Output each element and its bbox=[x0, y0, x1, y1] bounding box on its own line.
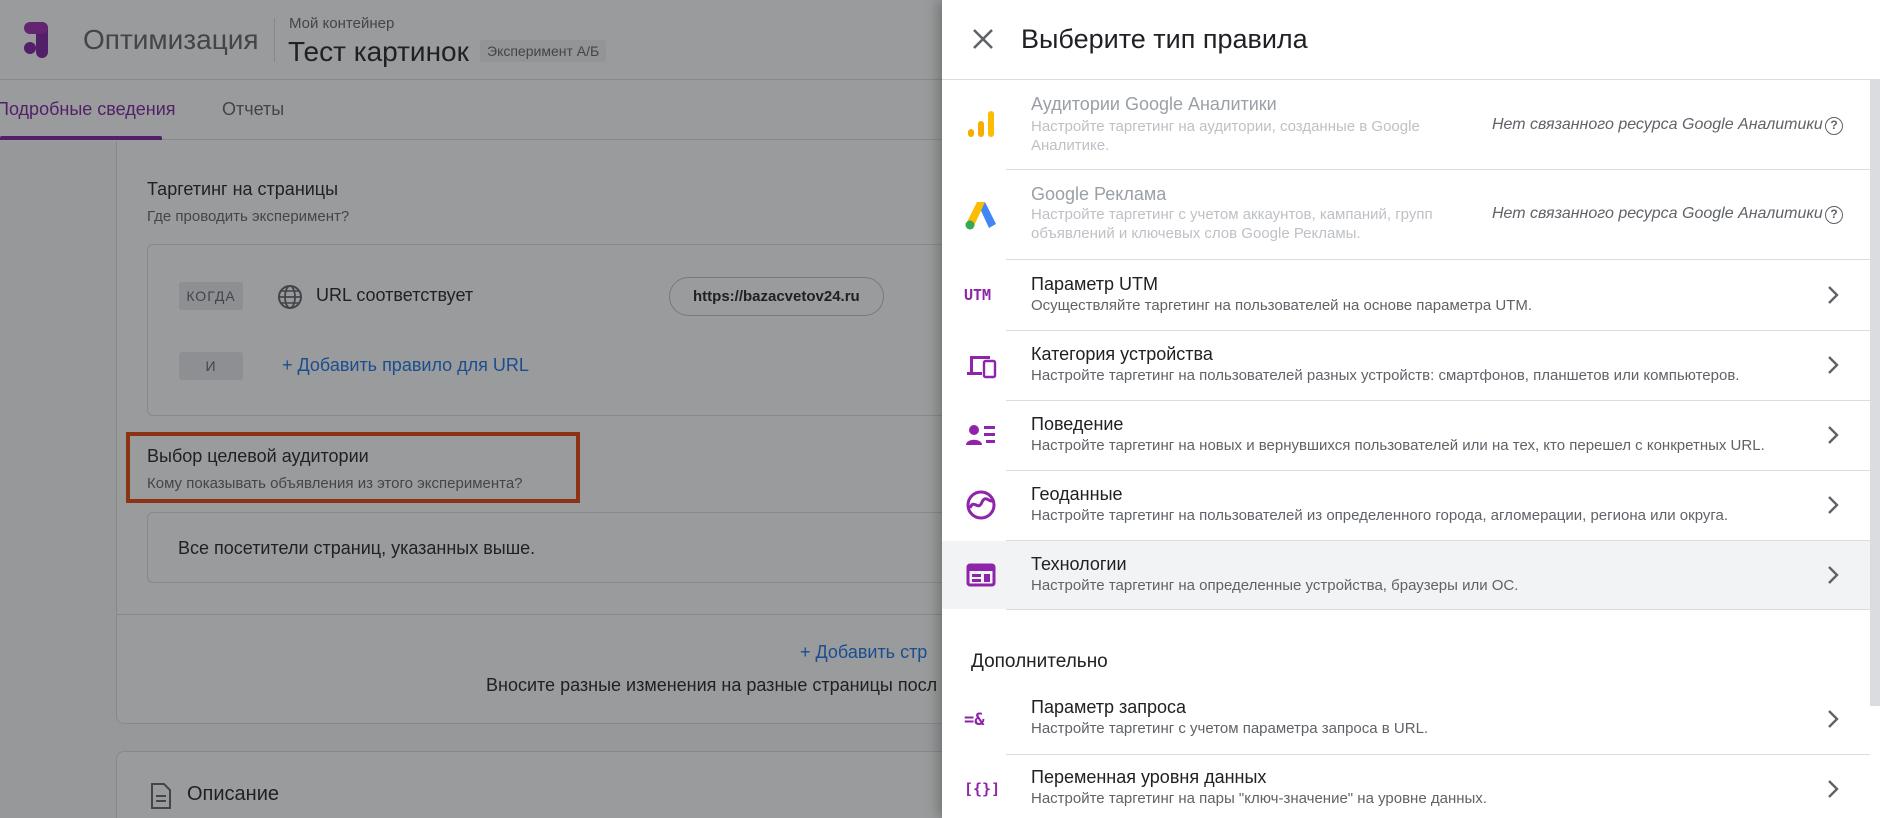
panel-header: Выберите тип правила bbox=[942, 0, 1880, 80]
data-layer-icon: [{}] bbox=[964, 780, 1001, 798]
rule-label: Технологии bbox=[1031, 554, 1127, 574]
rule-description: Настройте таргетинг на новых и вернувших… bbox=[1031, 437, 1765, 454]
google-ads-icon bbox=[965, 202, 996, 230]
panel-title: Выберите тип правила bbox=[1021, 24, 1308, 54]
query-param-icon: =& bbox=[964, 710, 985, 730]
rule-label: Google Реклама bbox=[1031, 184, 1167, 204]
rule-label: Поведение bbox=[1031, 414, 1124, 434]
close-icon[interactable] bbox=[970, 26, 996, 52]
scrollbar-track[interactable] bbox=[1870, 706, 1880, 818]
rule-label: Геоданные bbox=[1031, 484, 1123, 504]
modal-scrim[interactable] bbox=[0, 0, 942, 818]
rule-description: Настройте таргетинг на определенные устр… bbox=[1031, 577, 1519, 594]
analytics-bars-icon bbox=[968, 111, 994, 137]
rule-description: Настройте таргетинг на пользователей раз… bbox=[1031, 367, 1740, 384]
additional-section-heading: Дополнительно bbox=[971, 651, 1108, 672]
scrollbar-thumb[interactable] bbox=[1870, 80, 1880, 706]
rule-label: Аудитории Google Аналитики bbox=[1031, 94, 1277, 114]
rule-label: Категория устройства bbox=[1031, 344, 1213, 364]
chevron-right-icon bbox=[1828, 780, 1839, 798]
rule-query-parameter[interactable]: =& Параметр запроса Настройте таргетинг … bbox=[942, 685, 1870, 754]
row-divider bbox=[1006, 609, 1870, 610]
utm-icon: UTM bbox=[964, 286, 992, 304]
rule-label: Параметр UTM bbox=[1031, 274, 1159, 294]
rule-type-panel: Выберите тип правила Аудитории Google Ан… bbox=[942, 0, 1880, 818]
devices-icon bbox=[967, 356, 997, 379]
rule-label: Переменная уровня данных bbox=[1031, 767, 1267, 787]
rule-unavailable-note: Нет связанного ресурса Google Аналитики bbox=[1492, 116, 1823, 133]
rule-device-category[interactable]: Категория устройства Настройте таргетинг… bbox=[942, 331, 1870, 400]
chevron-right-icon bbox=[1828, 566, 1839, 584]
rule-description: Настройте таргетинг на пары "ключ-значен… bbox=[1031, 790, 1487, 807]
rule-analytics-audiences: Аудитории Google Аналитики Настройте тар… bbox=[942, 81, 1870, 169]
behavior-icon bbox=[966, 425, 995, 445]
rule-description: Настройте таргетинг с учетом параметра з… bbox=[1031, 720, 1429, 737]
rule-description: Настройте таргетинг на пользователей из … bbox=[1031, 507, 1729, 524]
rule-geo[interactable]: Геоданные Настройте таргетинг на пользов… bbox=[942, 471, 1870, 540]
rule-data-layer-variable[interactable]: [{}] Переменная уровня данных Настройте … bbox=[942, 755, 1870, 818]
chevron-right-icon bbox=[1828, 426, 1839, 444]
rule-behavior[interactable]: Поведение Настройте таргетинг на новых и… bbox=[942, 401, 1870, 470]
rule-label: Параметр запроса bbox=[1031, 697, 1187, 717]
help-icon[interactable]: ? bbox=[1825, 117, 1843, 135]
rule-google-ads: Google Реклама Настройте таргетинг с уче… bbox=[942, 170, 1870, 259]
rule-description: Настройте таргетинг с учетом аккаунтов, … bbox=[1031, 206, 1433, 242]
rule-description: Настройте таргетинг на аудитории, создан… bbox=[1031, 118, 1420, 154]
help-icon[interactable]: ? bbox=[1825, 206, 1843, 224]
rule-description: Осуществляйте таргетинг на пользователей… bbox=[1031, 297, 1532, 314]
geo-icon bbox=[966, 490, 996, 520]
chevron-right-icon bbox=[1828, 356, 1839, 374]
chevron-right-icon bbox=[1828, 286, 1839, 304]
chevron-right-icon bbox=[1828, 710, 1839, 728]
technology-icon bbox=[966, 563, 996, 587]
rule-utm-parameter[interactable]: UTM Параметр UTM Осуществляйте таргетинг… bbox=[942, 260, 1870, 330]
rule-technology[interactable]: Технологии Настройте таргетинг на опреде… bbox=[942, 541, 1870, 609]
chevron-right-icon bbox=[1828, 496, 1839, 514]
rule-unavailable-note: Нет связанного ресурса Google Аналитики bbox=[1492, 205, 1823, 222]
